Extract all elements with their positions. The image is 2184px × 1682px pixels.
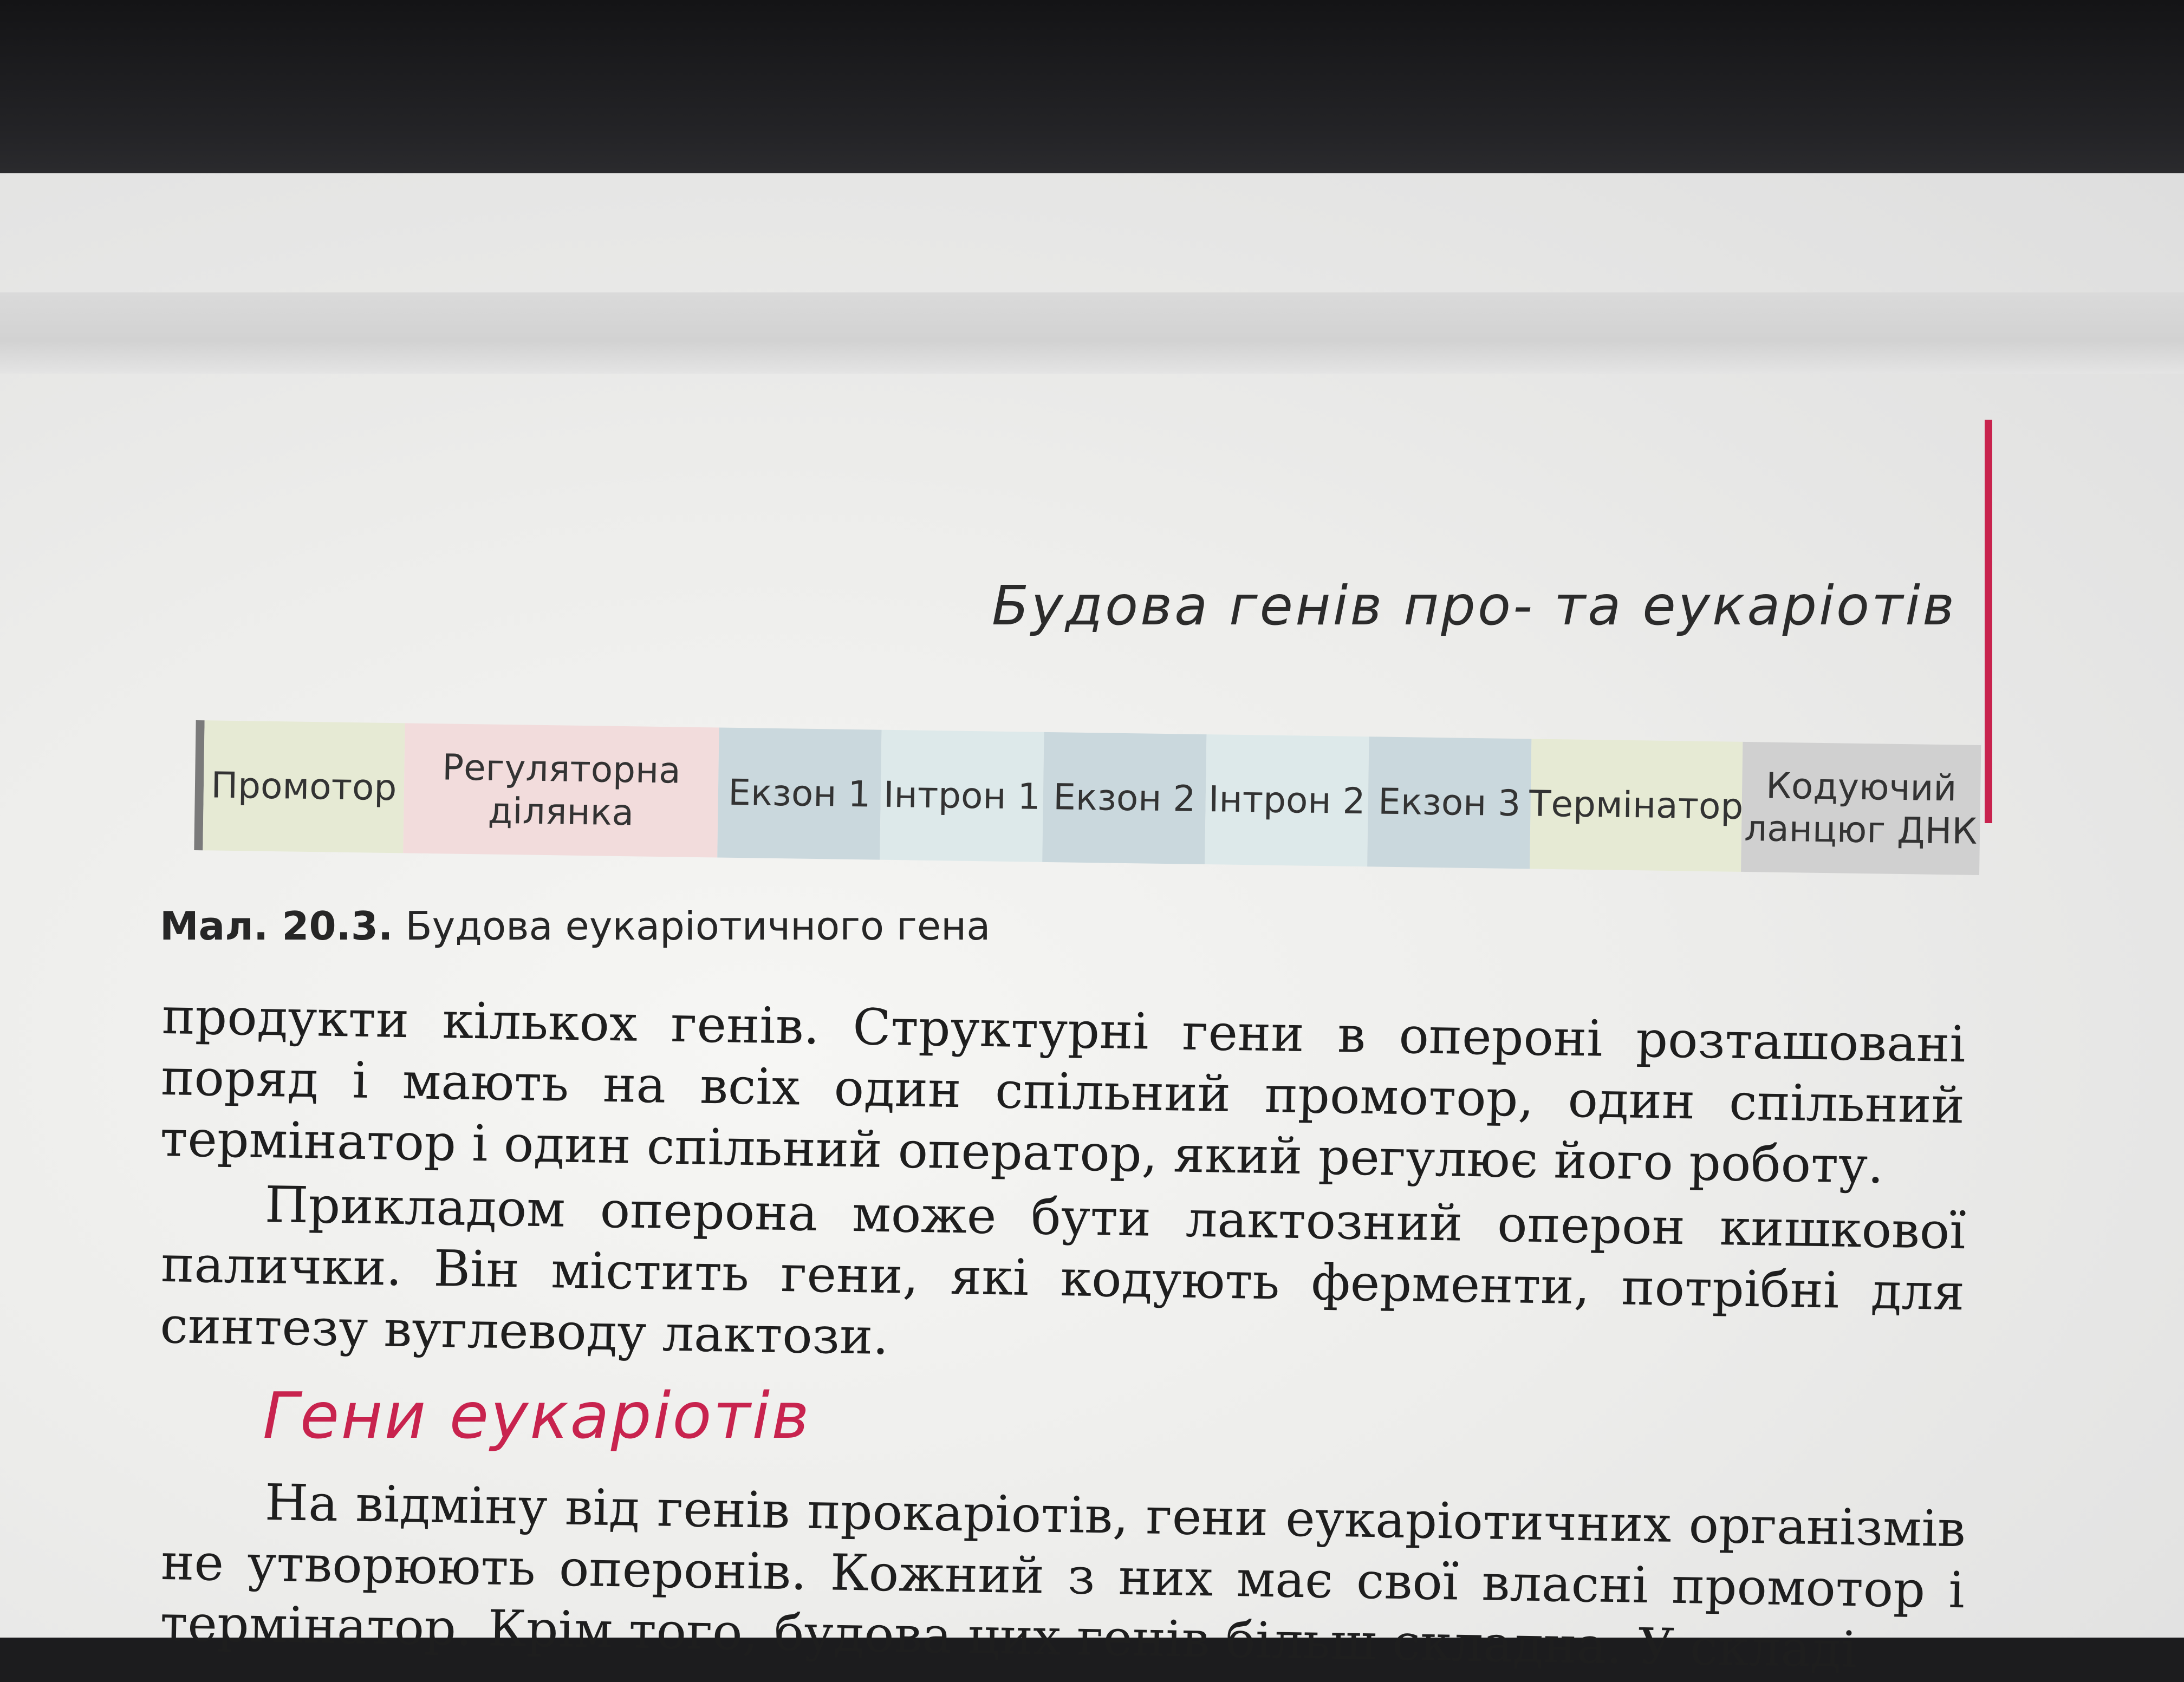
body-paragraph-1: продукти кількох генів. Структурні гени …	[160, 986, 1966, 1197]
segment-exon-2: Екзон 2	[1042, 732, 1207, 865]
paragraph-text: Прикладом оперона може бути лактозний оп…	[159, 1175, 1966, 1366]
segment-coding-strand: Кодуючий ланцюг ДНК	[1741, 741, 1981, 876]
segment-exon-1: Екзон 1	[717, 727, 882, 860]
section-heading: Гени еукаріотів	[263, 1378, 811, 1453]
paragraph-text: На відміну від генів прокаріотів, гени е…	[159, 1473, 1966, 1679]
page-header-band	[0, 292, 2184, 374]
body-paragraph-3: На відміну від генів прокаріотів, гени е…	[160, 1470, 1966, 1682]
chapter-accent-bar	[1985, 420, 1992, 823]
gene-structure-diagram: Промотор Регуляторна ділянка Екзон 1 Інт…	[194, 720, 1983, 876]
segment-intron-2: Інтрон 2	[1205, 734, 1369, 867]
figure-number: Мал. 20.3.	[160, 903, 393, 949]
body-paragraph-2: Прикладом оперона може бути лактозний оп…	[160, 1172, 1966, 1384]
segment-terminator: Термінатор	[1529, 739, 1744, 872]
figure-caption-text: Будова еукаріотичного гена	[405, 903, 991, 949]
segment-intron-1: Інтрон 1	[880, 729, 1044, 862]
running-head: Будова генів про- та еукаріотів	[991, 574, 1956, 637]
monitor-bezel	[0, 0, 2184, 184]
segment-regulatory-region: Регуляторна ділянка	[403, 723, 719, 858]
paragraph-text: продукти кількох генів. Структурні гени …	[159, 987, 1966, 1195]
segment-exon-3: Екзон 3	[1367, 736, 1532, 869]
segment-promoter: Промотор	[203, 720, 405, 853]
figure-caption: Мал. 20.3. Будова еукаріотичного гена	[160, 903, 990, 949]
